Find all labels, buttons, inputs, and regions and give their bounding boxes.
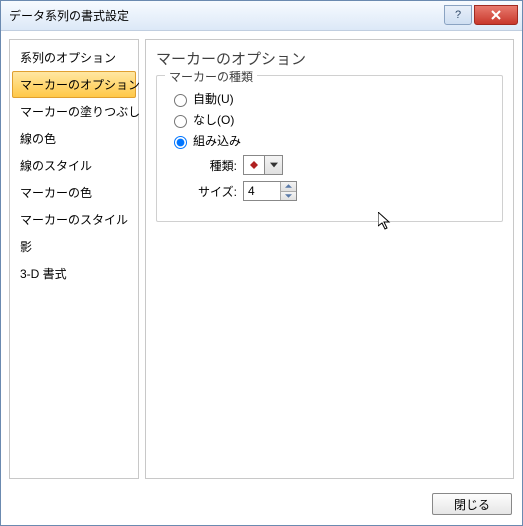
- radio-label: 組み込み: [193, 132, 241, 149]
- sidebar-item-3d-format[interactable]: 3-D 書式: [12, 260, 136, 287]
- chevron-down-icon: [270, 162, 278, 168]
- radio-none-input[interactable]: [174, 115, 187, 128]
- sidebar-item-marker-fill[interactable]: マーカーの塗りつぶし: [12, 98, 136, 125]
- size-row: サイズ:: [187, 181, 490, 201]
- close-icon: [491, 10, 501, 20]
- sidebar: 系列のオプション マーカーのオプション マーカーの塗りつぶし 線の色 線のスタイ…: [9, 39, 139, 479]
- dialog-window: データ系列の書式設定 ? 系列のオプション マーカーのオプション マーカーの塗り…: [0, 0, 523, 526]
- radio-auto-input[interactable]: [174, 94, 187, 107]
- window-title: データ系列の書式設定: [9, 7, 442, 24]
- help-button[interactable]: ?: [444, 5, 472, 25]
- sidebar-item-label: マーカーの色: [20, 186, 92, 200]
- dialog-body: 系列のオプション マーカーのオプション マーカーの塗りつぶし 線の色 線のスタイ…: [1, 31, 522, 487]
- sidebar-item-label: 線の色: [20, 132, 56, 146]
- type-row: 種類:: [187, 155, 490, 175]
- sidebar-item-marker-options[interactable]: マーカーのオプション: [12, 71, 136, 98]
- sidebar-item-label: 線のスタイル: [20, 159, 92, 173]
- sidebar-item-label: マーカーのオプション: [20, 78, 140, 92]
- chevron-up-icon: [285, 184, 292, 188]
- sidebar-item-series-options[interactable]: 系列のオプション: [12, 44, 136, 71]
- sidebar-item-label: 3-D 書式: [20, 267, 67, 281]
- marker-type-dropdown[interactable]: [265, 155, 283, 175]
- sidebar-item-label: マーカーの塗りつぶし: [20, 105, 140, 119]
- radio-label: なし(O): [193, 111, 234, 128]
- sidebar-item-marker-color[interactable]: マーカーの色: [12, 179, 136, 206]
- chevron-down-icon: [285, 194, 292, 198]
- sidebar-item-marker-style[interactable]: マーカーのスタイル: [12, 206, 136, 233]
- titlebar: データ系列の書式設定 ?: [1, 1, 522, 31]
- radio-builtin[interactable]: 組み込み: [169, 132, 490, 149]
- close-button[interactable]: 閉じる: [432, 493, 512, 515]
- content-panel: マーカーのオプション マーカーの種類 自動(U) なし(O) 組み込み 種類:: [145, 39, 514, 479]
- marker-square-icon: [250, 161, 258, 169]
- size-input[interactable]: [244, 182, 280, 200]
- sidebar-item-label: マーカーのスタイル: [20, 213, 128, 227]
- marker-type-group: マーカーの種類 自動(U) なし(O) 組み込み 種類:: [156, 75, 503, 222]
- spinner-up[interactable]: [281, 182, 296, 192]
- radio-builtin-input[interactable]: [174, 136, 187, 149]
- sidebar-item-line-color[interactable]: 線の色: [12, 125, 136, 152]
- titlebar-buttons: ?: [442, 5, 518, 27]
- sidebar-item-label: 系列のオプション: [20, 51, 116, 65]
- marker-type-preview: [243, 155, 265, 175]
- spinner-buttons: [280, 182, 296, 200]
- radio-label: 自動(U): [193, 90, 234, 107]
- size-spinner: [243, 181, 297, 201]
- close-window-button[interactable]: [474, 5, 518, 25]
- spinner-down[interactable]: [281, 192, 296, 201]
- sidebar-item-label: 影: [20, 240, 32, 254]
- panel-title: マーカーのオプション: [156, 48, 503, 69]
- size-label: サイズ:: [187, 183, 237, 200]
- dialog-footer: 閉じる: [1, 487, 522, 525]
- radio-none[interactable]: なし(O): [169, 111, 490, 128]
- sidebar-item-shadow[interactable]: 影: [12, 233, 136, 260]
- help-icon: ?: [455, 9, 461, 21]
- group-legend: マーカーの種類: [165, 68, 257, 85]
- type-label: 種類:: [187, 157, 237, 174]
- radio-auto[interactable]: 自動(U): [169, 90, 490, 107]
- sidebar-item-line-style[interactable]: 線のスタイル: [12, 152, 136, 179]
